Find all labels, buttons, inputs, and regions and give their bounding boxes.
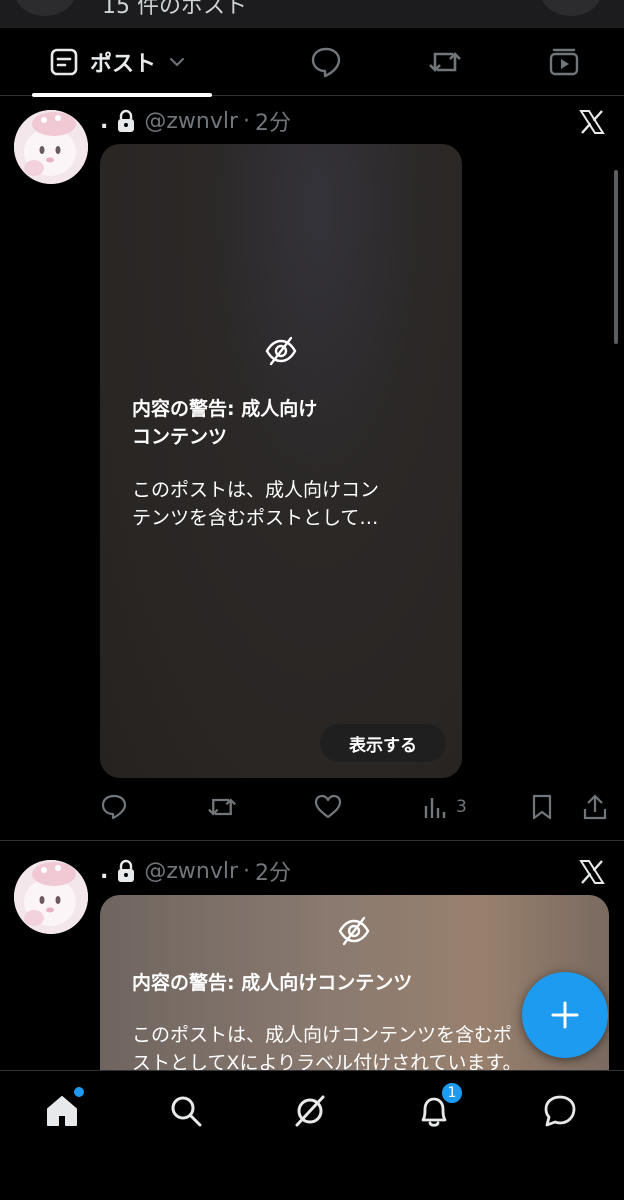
avatar[interactable] bbox=[14, 860, 88, 934]
lock-icon bbox=[118, 859, 135, 882]
repost-icon bbox=[208, 798, 236, 816]
meta-separator: · bbox=[243, 108, 251, 134]
tab-posts-label: ポスト bbox=[90, 52, 157, 77]
share-icon bbox=[583, 794, 607, 820]
tab-replies[interactable] bbox=[266, 28, 385, 96]
reply-icon bbox=[311, 47, 340, 78]
header-strip: 15 件のポスト bbox=[0, 0, 624, 28]
like-button[interactable] bbox=[314, 792, 342, 822]
reply-button[interactable] bbox=[100, 792, 128, 822]
tab-posts[interactable]: ポスト bbox=[32, 28, 212, 97]
bookmark-icon bbox=[532, 794, 552, 820]
post-actions: 3 bbox=[100, 792, 610, 822]
plus-icon bbox=[551, 1001, 579, 1029]
post[interactable]: . @zwnvlr · 2分 内容の警告: 成人向け コンテンツ このポストは、… bbox=[0, 96, 624, 841]
share-button[interactable] bbox=[582, 792, 608, 822]
post-time: 2分 bbox=[255, 111, 292, 136]
handle[interactable]: @zwnvlr bbox=[144, 109, 238, 134]
tab-reposts[interactable] bbox=[385, 28, 504, 96]
post-meta: . @zwnvlr · 2分 bbox=[100, 106, 292, 137]
back-button[interactable] bbox=[14, 0, 76, 16]
nav-notifications[interactable]: 1 bbox=[414, 1081, 464, 1131]
warning-title-line: 内容の警告: 成人向け bbox=[132, 398, 318, 420]
repost-icon bbox=[429, 52, 461, 72]
post-meta: . @zwnvlr · 2分 bbox=[100, 856, 292, 887]
video-icon bbox=[550, 48, 579, 76]
compose-button[interactable] bbox=[522, 972, 608, 1058]
handle[interactable]: @zwnvlr bbox=[144, 859, 238, 884]
home-icon bbox=[47, 1096, 77, 1126]
display-name[interactable]: . bbox=[100, 109, 108, 134]
x-logo-icon bbox=[579, 860, 605, 884]
eye-slash-icon bbox=[338, 916, 370, 946]
tab-media[interactable] bbox=[505, 28, 624, 96]
sensitive-media[interactable]: 内容の警告: 成人向け コンテンツ このポストは、成人向けコン テンツを含むポス… bbox=[100, 144, 462, 778]
nav-grok[interactable] bbox=[290, 1091, 330, 1131]
post-count-text: 15 件のポスト bbox=[102, 0, 247, 19]
posts-icon bbox=[50, 48, 78, 76]
chevron-down-icon[interactable] bbox=[168, 53, 186, 71]
bottom-nav: 1 bbox=[0, 1070, 624, 1200]
warning-body: このポストは、成人向けコン テンツを含むポストとして… bbox=[132, 476, 379, 532]
new-posts-dot bbox=[74, 1087, 84, 1097]
grok-icon bbox=[295, 1095, 325, 1127]
lock-icon bbox=[118, 109, 135, 132]
post-time: 2分 bbox=[255, 861, 292, 886]
reply-icon bbox=[101, 794, 127, 820]
notification-badge: 1 bbox=[440, 1081, 464, 1105]
meta-separator: · bbox=[243, 858, 251, 884]
warning-body: このポストは、成人向けコンテンツを含むポ ストとしてXによりラベル付けされていま… bbox=[132, 1021, 522, 1070]
repost-button[interactable] bbox=[206, 792, 238, 822]
warning-body-line: テンツを含むポストとして… bbox=[132, 507, 379, 529]
avatar-image bbox=[14, 110, 88, 184]
nav-search[interactable] bbox=[166, 1091, 206, 1131]
analytics-icon bbox=[424, 798, 446, 818]
post-divider bbox=[0, 840, 624, 841]
nav-messages[interactable] bbox=[540, 1091, 580, 1131]
warning-title: 内容の警告: 成人向け コンテンツ bbox=[132, 395, 317, 451]
views-button[interactable]: 3 bbox=[422, 792, 467, 822]
warning-body-line: ストとしてXによりラベル付けされています。 bbox=[132, 1052, 522, 1070]
heart-icon bbox=[314, 794, 342, 819]
x-logo-icon bbox=[579, 110, 605, 134]
avatar[interactable] bbox=[14, 110, 88, 184]
message-icon bbox=[544, 1095, 576, 1127]
bookmark-button[interactable] bbox=[530, 792, 554, 822]
profile-tabs: ポスト bbox=[0, 28, 624, 97]
show-content-button[interactable]: 表示する bbox=[320, 724, 446, 762]
display-name[interactable]: . bbox=[100, 859, 108, 884]
warning-body-line: このポストは、成人向けコン bbox=[132, 479, 380, 501]
warning-title-line: コンテンツ bbox=[132, 426, 228, 448]
avatar-image bbox=[14, 860, 88, 934]
warning-title: 内容の警告: 成人向けコンテンツ bbox=[132, 972, 413, 994]
warning-body-line: このポストは、成人向けコンテンツを含むポ bbox=[132, 1024, 513, 1046]
eye-slash-icon bbox=[265, 336, 297, 366]
search-button[interactable] bbox=[540, 0, 602, 16]
nav-home[interactable] bbox=[42, 1087, 84, 1131]
search-icon bbox=[171, 1096, 202, 1127]
view-count: 3 bbox=[456, 797, 467, 817]
